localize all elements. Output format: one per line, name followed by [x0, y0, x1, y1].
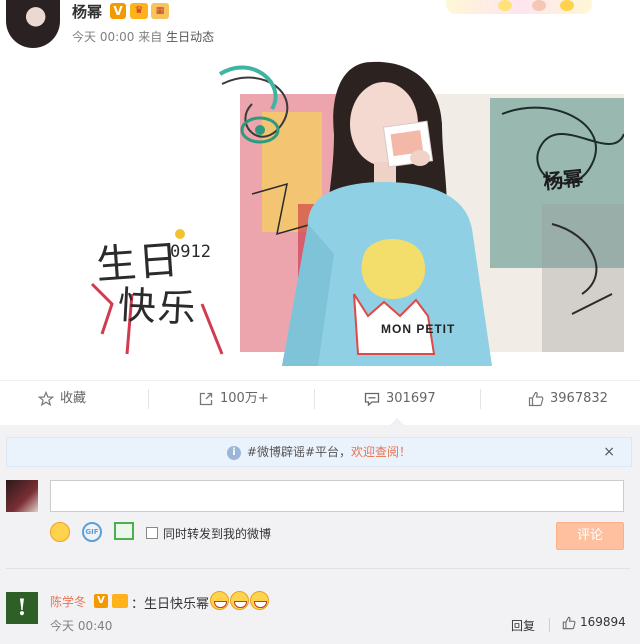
notice-text: #微博辟谣#平台，	[246, 445, 352, 459]
repost-option-label[interactable]: 同时转发到我的微博	[163, 525, 271, 542]
sweater-chick	[361, 239, 426, 299]
art-gray-block	[542, 204, 624, 352]
gif-icon[interactable]: GIF	[82, 522, 102, 542]
image-shirt-text: MON PETIT	[381, 322, 456, 336]
action-bar: 收藏 100万+ 301697 3967832	[0, 380, 640, 416]
smiley-icon[interactable]	[50, 522, 70, 542]
close-icon[interactable]: ×	[603, 438, 615, 466]
action-divider	[480, 389, 481, 409]
thumbs-up-icon	[562, 616, 576, 629]
commenter-avatar[interactable]: !	[6, 592, 38, 624]
comment-time: 今天 00:40	[50, 619, 113, 633]
current-user-avatar[interactable]	[6, 480, 38, 512]
comment-like-button[interactable]: 169894	[562, 615, 626, 630]
art-eye-pupil	[255, 125, 265, 135]
like-count: 3967832	[550, 391, 608, 406]
comment-divider	[6, 568, 630, 569]
image-icon[interactable]	[114, 522, 134, 540]
post-source[interactable]: 生日动态	[166, 30, 214, 44]
comment-like-count: 169894	[580, 615, 626, 629]
notice-link[interactable]: 欢迎查阅！	[351, 445, 411, 459]
comment-icon	[364, 392, 380, 406]
commenter-verified-badge[interactable]: V	[94, 594, 108, 608]
comment-action-divider	[549, 618, 550, 632]
post-time[interactable]: 今天 00:00	[72, 30, 134, 44]
grin-emoji-icon	[250, 591, 269, 610]
share-icon	[199, 392, 213, 405]
comment-button[interactable]: 301697	[364, 381, 436, 417]
info-icon: i	[226, 445, 241, 460]
repost-button[interactable]: 100万+	[198, 381, 269, 417]
like-button[interactable]: 3967832	[528, 381, 608, 417]
crown-badge-icon[interactable]: ♛	[130, 3, 148, 19]
comment-count: 301697	[386, 391, 436, 406]
grin-emoji-icon	[210, 591, 229, 610]
commenter-crown-icon[interactable]	[112, 594, 128, 608]
action-divider	[314, 389, 315, 409]
author-name[interactable]: 杨幂	[72, 1, 102, 22]
from-label: 来自	[138, 30, 163, 44]
member-badge-icon[interactable]: ▦	[151, 3, 169, 19]
decoration-face-icon	[532, 0, 546, 11]
commenter-name[interactable]: 陈学冬	[50, 593, 86, 610]
grin-emoji-icon	[230, 591, 249, 610]
decoration-face-icon	[560, 0, 574, 11]
action-divider	[148, 389, 149, 409]
verified-badge[interactable]: V	[110, 3, 126, 19]
post-header: 杨幂 V ♛ ▦ 今天 00:00 来自 生日动态	[0, 0, 640, 56]
comment-panel: i #微博辟谣#平台，欢迎查阅！ × GIF 同时转发到我的微博 评论 ! 陈学冬…	[0, 425, 640, 644]
comment-text: ：生日快乐幂	[131, 597, 210, 612]
post-image[interactable]: 生日 快乐 0912 杨幂 MON PETIT	[72, 54, 624, 366]
submit-comment-button[interactable]: 评论	[556, 522, 624, 550]
star-icon	[38, 390, 54, 406]
repost-count: 100万+	[220, 391, 269, 406]
author-avatar[interactable]	[6, 0, 60, 48]
reply-button[interactable]: 回复	[511, 617, 535, 634]
comment-input[interactable]	[50, 480, 624, 512]
model-hand	[410, 150, 430, 166]
card-decoration	[446, 0, 592, 14]
decoration-face-icon	[498, 0, 512, 11]
repost-checkbox[interactable]	[146, 527, 158, 539]
image-text-happy: 快乐	[116, 282, 199, 332]
image-signature: 杨幂	[542, 165, 585, 195]
favorite-label: 收藏	[60, 391, 87, 406]
favorite-button[interactable]: 收藏	[38, 381, 86, 417]
post-meta: 今天 00:00 来自 生日动态	[72, 28, 214, 45]
rumor-notice-bar: i #微博辟谣#平台，欢迎查阅！ ×	[6, 437, 632, 467]
thumbs-up-icon	[528, 391, 544, 406]
image-text-date: 0912	[170, 242, 211, 262]
